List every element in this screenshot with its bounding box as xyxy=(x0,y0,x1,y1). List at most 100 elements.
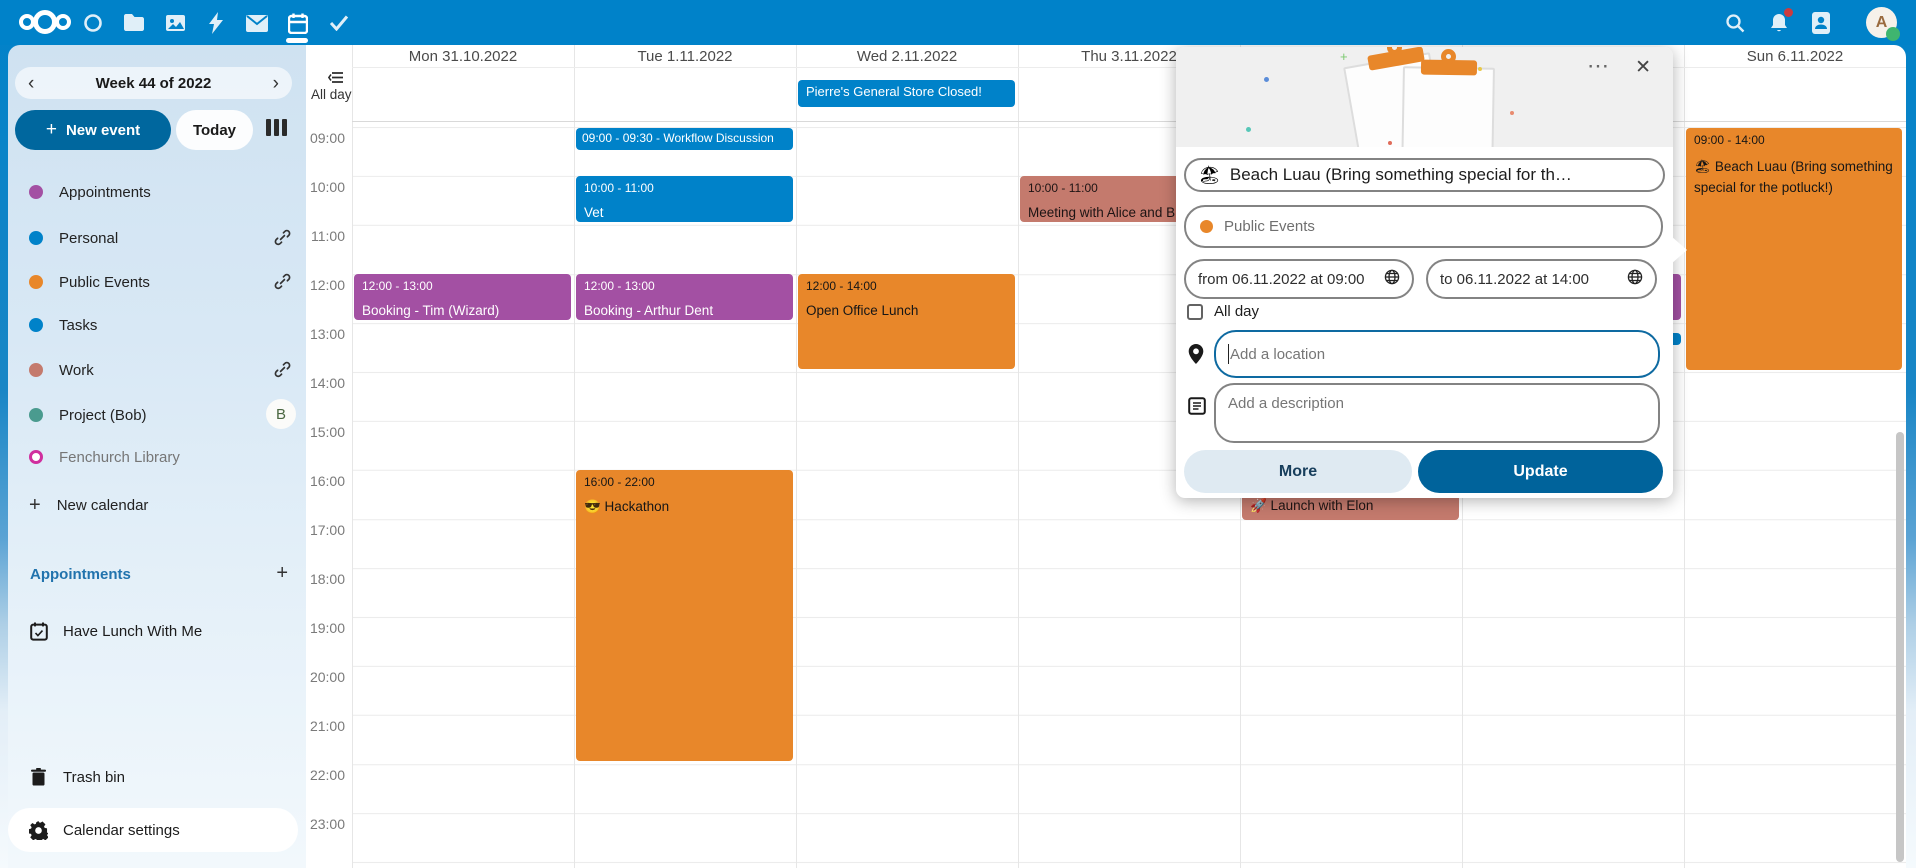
add-appointment-button[interactable]: + xyxy=(276,562,288,585)
files-icon[interactable] xyxy=(121,10,147,36)
event-editor-popup: + ⋯ ✕ 🏖 Beach Luau (Bring something spec… xyxy=(1176,47,1673,498)
event-hackathon[interactable]: 16:00 - 22:00 😎 Hackathon xyxy=(576,470,793,761)
event-title-input[interactable]: 🏖 Beach Luau (Bring something special fo… xyxy=(1184,158,1665,192)
end-datetime-field[interactable]: to 06.11.2022 at 14:00 xyxy=(1426,259,1657,299)
time-label: 16:00 xyxy=(306,473,345,489)
appointment-item-have-lunch[interactable]: Have Lunch With Me xyxy=(8,613,306,649)
view-columns-icon[interactable] xyxy=(266,119,287,136)
notification-badge xyxy=(1784,8,1793,17)
all-day-label: All day xyxy=(311,87,352,102)
confetti-dot xyxy=(1264,77,1269,82)
day-header-sun: Sun 6.11.2022 xyxy=(1684,45,1906,68)
week-title: Week 44 of 2022 xyxy=(96,75,212,92)
new-calendar-button[interactable]: + New calendar xyxy=(8,487,306,523)
shared-link-icon[interactable] xyxy=(274,273,291,295)
calendar-item-project-bob[interactable]: Project (Bob) B xyxy=(8,397,306,433)
activity-icon[interactable] xyxy=(203,10,229,36)
trash-icon xyxy=(29,768,48,786)
confetti-dot xyxy=(1510,111,1514,115)
event-booking-arthur[interactable]: 12:00 - 13:00 Booking - Arthur Dent xyxy=(576,274,793,320)
calendar-color-dot xyxy=(29,408,43,422)
week-switcher: ‹ Week 44 of 2022 › xyxy=(15,67,292,99)
top-bar: A xyxy=(0,0,1916,45)
time-label: 10:00 xyxy=(306,179,345,195)
plus-icon: + xyxy=(29,498,41,512)
time-label: 21:00 xyxy=(306,718,345,734)
time-label: 22:00 xyxy=(306,767,345,783)
text-cursor xyxy=(1228,344,1229,364)
event-open-office-lunch[interactable]: 12:00 - 14:00 Open Office Lunch xyxy=(798,274,1015,369)
time-label: 23:00 xyxy=(306,816,345,832)
calendar-settings-button[interactable]: Calendar settings xyxy=(8,808,298,852)
description-icon xyxy=(1188,397,1206,420)
calendar-item-personal[interactable]: Personal xyxy=(8,220,306,256)
time-label: 19:00 xyxy=(306,620,345,636)
time-label: 14:00 xyxy=(306,375,345,391)
calendar-select[interactable]: Public Events xyxy=(1184,205,1663,248)
calendar-color-dot xyxy=(29,185,43,199)
vertical-scrollbar[interactable] xyxy=(1896,432,1904,862)
time-label: 20:00 xyxy=(306,669,345,685)
time-label: 15:00 xyxy=(306,424,345,440)
calendar-check-icon xyxy=(29,622,48,641)
tasks-icon[interactable] xyxy=(326,10,352,36)
mail-icon[interactable] xyxy=(244,10,270,36)
confetti-dot xyxy=(1388,141,1392,145)
calendar-item-tasks[interactable]: Tasks xyxy=(8,307,306,343)
appointments-heading: Appointments xyxy=(30,566,131,583)
calendar-item-fenchurch-library[interactable]: Fenchurch Library xyxy=(8,439,306,475)
new-event-button[interactable]: + New event xyxy=(15,110,171,150)
calendar-color-dot xyxy=(1200,220,1213,233)
status-online-dot xyxy=(1886,27,1900,41)
event-booking-tim[interactable]: 12:00 - 13:00 Booking - Tim (Wizard) xyxy=(354,274,571,320)
calendar-item-public-events[interactable]: Public Events xyxy=(8,264,306,300)
calendar-item-work[interactable]: Work xyxy=(8,352,306,388)
time-label: 17:00 xyxy=(306,522,345,538)
trash-bin-button[interactable]: Trash bin xyxy=(8,759,306,795)
calendar-item-appointments[interactable]: Appointments xyxy=(8,174,306,210)
notifications-bell-icon[interactable] xyxy=(1766,10,1792,36)
time-label: 11:00 xyxy=(306,228,345,244)
time-label: 18:00 xyxy=(306,571,345,587)
event-beach-luau[interactable]: 09:00 - 14:00 🏖 Beach Luau (Bring someth… xyxy=(1686,128,1902,370)
prev-week-button[interactable]: ‹ xyxy=(28,74,34,93)
day-header-mon: Mon 31.10.2022 xyxy=(352,45,574,68)
close-icon[interactable]: ✕ xyxy=(1635,56,1651,79)
sidebar: ‹ Week 44 of 2022 › + New event Today Ap… xyxy=(8,45,306,868)
popup-more-actions-icon[interactable]: ⋯ xyxy=(1587,53,1611,79)
plus-icon: + xyxy=(46,119,57,141)
calendar-color-dot xyxy=(29,275,43,289)
time-label: 13:00 xyxy=(306,326,345,342)
event-pierres-store-closed[interactable]: Pierre's General Store Closed! xyxy=(798,80,1015,107)
confetti-plus: + xyxy=(1340,49,1348,64)
calendar-app-icon[interactable] xyxy=(285,10,311,36)
photos-icon[interactable] xyxy=(162,10,188,36)
event-workflow-discussion[interactable]: 09:00 - 09:30 - Workflow Discussion xyxy=(576,128,793,150)
time-label: 12:00 xyxy=(306,277,345,293)
location-input[interactable]: Add a location xyxy=(1214,330,1660,378)
update-button[interactable]: Update xyxy=(1418,450,1663,493)
timezone-globe-icon[interactable] xyxy=(1627,269,1643,289)
time-label: 09:00 xyxy=(306,130,345,146)
checkbox-unchecked[interactable] xyxy=(1187,304,1203,320)
shared-link-icon[interactable] xyxy=(274,229,291,251)
today-button[interactable]: Today xyxy=(176,110,253,150)
day-header-tue: Tue 1.11.2022 xyxy=(574,45,796,68)
next-week-button[interactable]: › xyxy=(273,74,279,93)
more-button[interactable]: More xyxy=(1184,450,1412,493)
dashboard-icon[interactable] xyxy=(80,10,106,36)
search-icon[interactable] xyxy=(1722,10,1748,36)
shared-link-icon[interactable] xyxy=(274,361,291,383)
active-app-indicator xyxy=(286,38,308,43)
calendar-color-dot xyxy=(29,363,43,377)
event-vet[interactable]: 10:00 - 11:00 Vet xyxy=(576,176,793,222)
nextcloud-logo[interactable] xyxy=(16,8,74,41)
start-datetime-field[interactable]: from 06.11.2022 at 09:00 xyxy=(1184,259,1414,299)
day-header-wed: Wed 2.11.2022 xyxy=(796,45,1018,68)
timezone-globe-icon[interactable] xyxy=(1384,269,1400,289)
share-avatar-badge: B xyxy=(266,399,296,429)
calendar-color-dot xyxy=(29,318,43,332)
all-day-checkbox[interactable]: All day xyxy=(1187,303,1259,320)
description-input[interactable]: Add a description xyxy=(1214,383,1660,443)
contacts-icon[interactable] xyxy=(1808,10,1834,36)
